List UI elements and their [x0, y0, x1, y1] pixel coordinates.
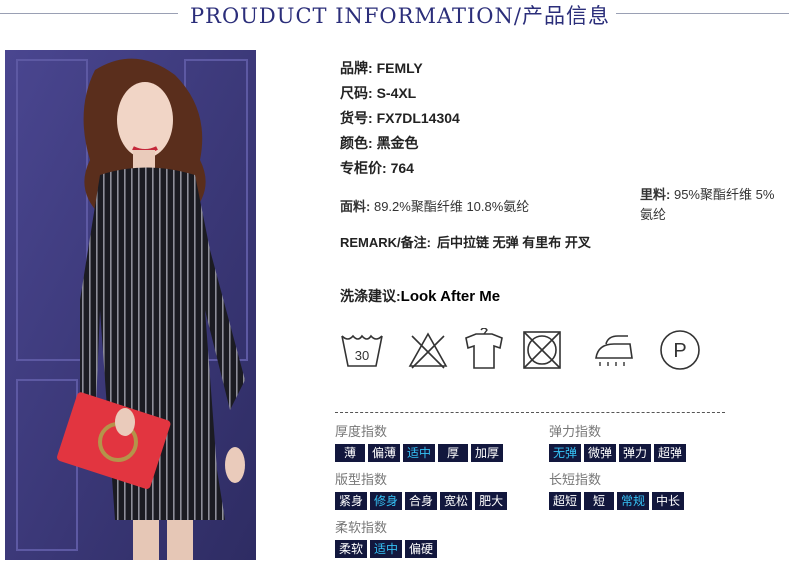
softness-option: 适中 — [370, 540, 403, 558]
thickness-label: 厚度指数 — [335, 424, 388, 439]
dry-clean-p-icon: P — [658, 328, 702, 372]
length-label: 长短指数 — [549, 472, 602, 487]
remark: REMARK/备注: 后中拉链 无弹 有里布 开叉 — [340, 232, 591, 251]
length-option: 短 — [584, 492, 615, 510]
header-rule-right — [616, 13, 789, 14]
spec-value: FX7DL14304 — [376, 110, 460, 126]
no-bleach-icon — [406, 328, 450, 372]
spec-value: FEMLY — [376, 60, 423, 76]
fit-option: 肥大 — [475, 492, 508, 510]
dry-clean-letter: P — [673, 340, 686, 362]
thickness-option: 薄 — [335, 444, 365, 462]
spec-label: 尺码: — [340, 85, 373, 101]
elasticity-option: 微弹 — [584, 444, 617, 462]
spec-price: 专柜价: 764 — [340, 158, 414, 178]
spec-brand: 品牌: FEMLY — [340, 58, 423, 78]
page-title: PROUDUCT INFORMATION/产品信息 — [190, 4, 610, 28]
fit-option: 修身 — [370, 492, 403, 510]
spec-value: S-4XL — [376, 85, 417, 101]
fabric-value: 89.2%聚酯纤维 10.8%氨纶 — [373, 199, 530, 214]
spec-value: 764 — [390, 160, 414, 176]
spec-label: 货号: — [340, 110, 373, 126]
elasticity-option: 弹力 — [619, 444, 652, 462]
elasticity-label: 弹力指数 — [549, 424, 602, 439]
thickness-option: 加厚 — [471, 444, 504, 462]
fit-option: 宽松 — [440, 492, 473, 510]
lining-label: 里料: — [640, 187, 671, 202]
fit-option: 紧身 — [335, 492, 368, 510]
spec-item-number: 货号: FX7DL14304 — [340, 108, 460, 128]
lining-info: 里料: 95%聚酯纤维 5%氨纶 — [640, 185, 785, 225]
hang-dry-icon — [462, 327, 506, 372]
no-tumble-dry-icon — [520, 328, 564, 372]
fabric-info: 面料: 89.2%聚酯纤维 10.8%氨纶 — [340, 196, 529, 215]
fit-options: 紧身 修身 合身 宽松 肥大 — [335, 492, 508, 510]
wash-30-icon: 30 — [340, 328, 384, 372]
thickness-option: 厚 — [438, 444, 469, 462]
length-options: 超短短常规 中长 — [549, 492, 685, 510]
product-photo — [5, 50, 256, 560]
length-option: 常规 — [617, 492, 650, 510]
remark-label: REMARK/备注: — [340, 235, 431, 250]
thickness-option: 适中 — [403, 444, 436, 462]
spec-label: 颜色: — [340, 135, 373, 151]
length-option: 中长 — [652, 492, 685, 510]
spec-value: 黑金色 — [376, 135, 419, 151]
wash-advice: 洗涤建议:Look After Me — [340, 286, 500, 306]
thickness-option: 偏薄 — [368, 444, 401, 462]
elasticity-option: 超弹 — [654, 444, 687, 462]
wash-label: 洗涤建议: — [340, 288, 401, 304]
wash-temp: 30 — [355, 348, 369, 363]
elasticity-options: 无弹 微弹 弹力 超弹 — [549, 444, 687, 462]
softness-options: 柔软 适中 偏硬 — [335, 540, 438, 558]
softness-option: 柔软 — [335, 540, 368, 558]
section-header: PROUDUCT INFORMATION/产品信息 — [0, 0, 789, 30]
iron-steam-icon — [592, 328, 636, 372]
length-option: 超短 — [549, 492, 582, 510]
header-rule-left — [0, 13, 178, 14]
spec-color: 颜色: 黑金色 — [340, 133, 419, 153]
spec-label: 品牌: — [340, 60, 373, 76]
softness-label: 柔软指数 — [335, 520, 388, 535]
fabric-label: 面料: — [340, 199, 371, 214]
thickness-options: 薄偏薄 适中厚加厚 — [335, 444, 504, 462]
wash-value: Look After Me — [400, 288, 501, 305]
fit-label: 版型指数 — [335, 472, 388, 487]
spec-size: 尺码: S-4XL — [340, 83, 416, 103]
divider — [335, 412, 725, 413]
spec-label: 专柜价: — [340, 160, 387, 176]
fit-option: 合身 — [405, 492, 438, 510]
remark-value: 后中拉链 无弹 有里布 开叉 — [437, 235, 591, 250]
elasticity-option: 无弹 — [549, 444, 582, 462]
softness-option: 偏硬 — [405, 540, 438, 558]
